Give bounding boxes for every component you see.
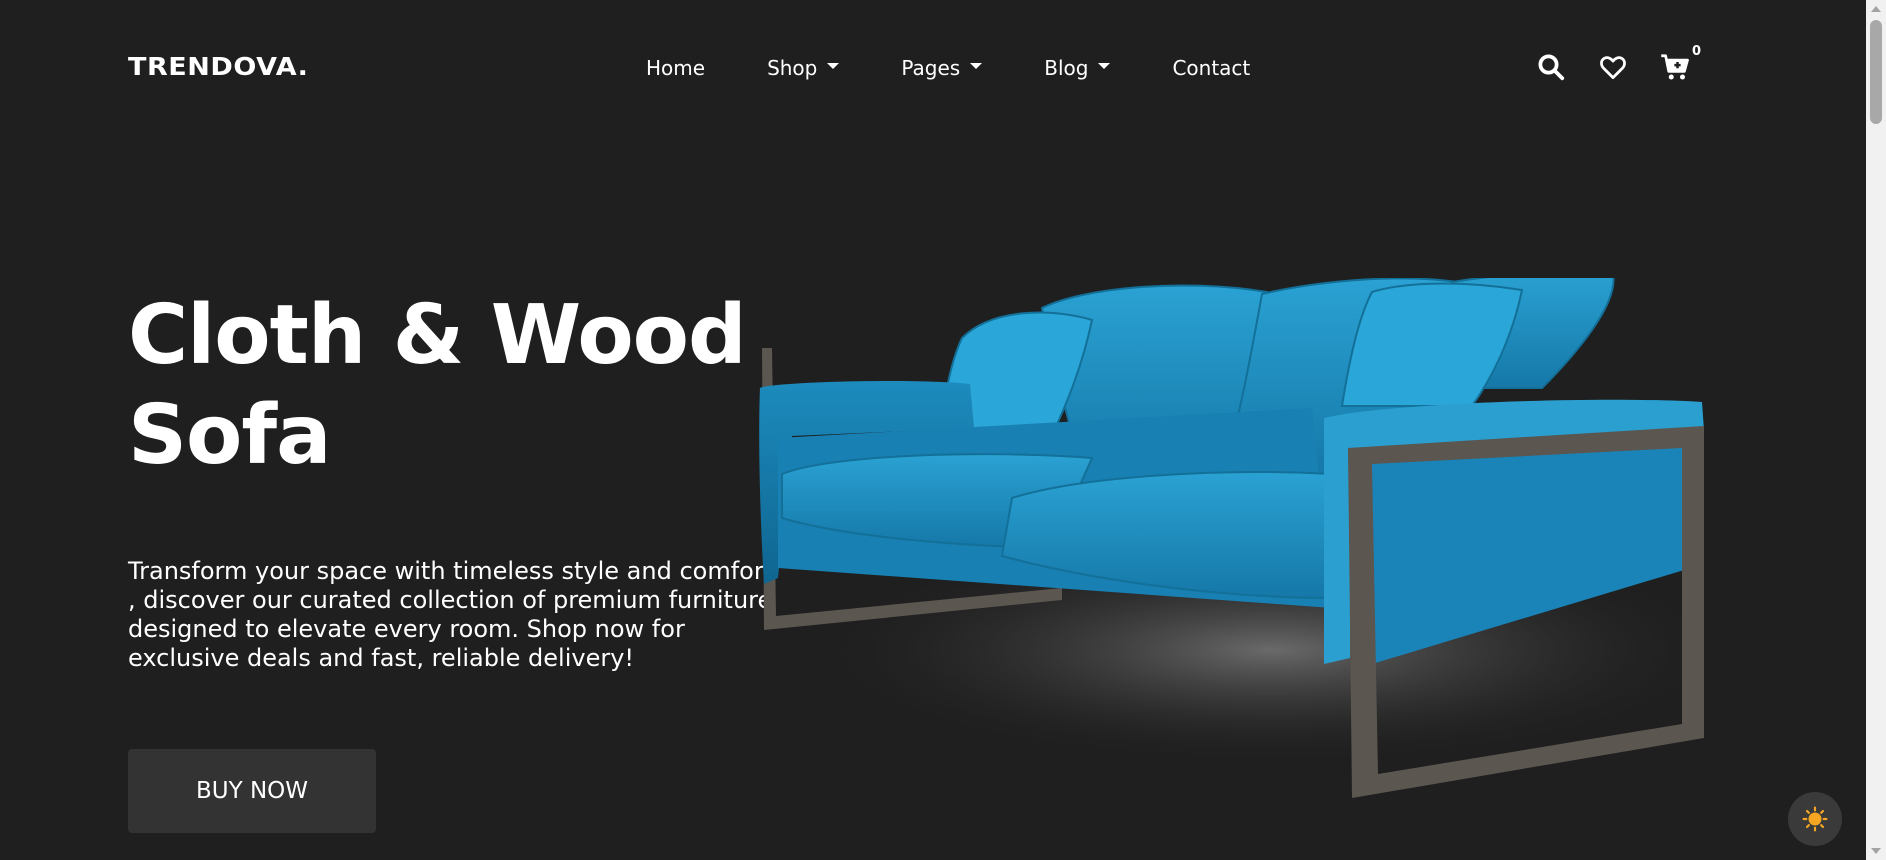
cart-icon[interactable] xyxy=(1660,52,1692,84)
scroll-down-arrow-icon[interactable] xyxy=(1871,848,1881,854)
nav-item-blog[interactable]: Blog xyxy=(1044,56,1111,80)
nav-item-contact[interactable]: Contact xyxy=(1172,56,1250,80)
main-nav: Home Shop Pages Blog Contact xyxy=(646,56,1250,80)
brand-logo[interactable]: TRENDOVA. xyxy=(128,52,308,81)
nav-item-home[interactable]: Home xyxy=(646,56,705,80)
caret-down-icon xyxy=(970,63,983,69)
caret-down-icon xyxy=(827,63,840,69)
nav-item-shop[interactable]: Shop xyxy=(767,56,840,80)
nav-item-label: Contact xyxy=(1172,56,1251,80)
heart-icon[interactable] xyxy=(1598,52,1630,84)
nav-item-label: Pages xyxy=(901,56,961,80)
page-scrollbar[interactable] xyxy=(1866,0,1886,860)
hero-title-line: Cloth & Wood xyxy=(128,288,747,383)
theme-toggle-button[interactable] xyxy=(1788,792,1842,846)
buy-now-button[interactable]: BUY NOW xyxy=(128,749,376,833)
blue-sofa-image xyxy=(759,278,1712,798)
navbar: TRENDOVA. Home Shop Pages Blog Contact 0 xyxy=(0,0,1866,140)
caret-down-icon xyxy=(1098,63,1111,69)
hero-title-line: Sofa xyxy=(128,388,331,483)
cart-count-badge: 0 xyxy=(1692,44,1702,59)
nav-item-pages[interactable]: Pages xyxy=(901,56,983,80)
scrollbar-thumb[interactable] xyxy=(1870,20,1882,124)
hero-description: Transform your space with timeless style… xyxy=(128,557,774,672)
nav-item-label: Home xyxy=(646,56,706,80)
nav-item-label: Blog xyxy=(1044,56,1089,80)
scroll-up-arrow-icon[interactable] xyxy=(1871,6,1881,12)
hero-title: Cloth & Wood Sofa xyxy=(128,286,788,486)
nav-item-label: Shop xyxy=(767,56,818,80)
sun-icon xyxy=(1802,806,1828,832)
search-icon[interactable] xyxy=(1536,52,1568,84)
